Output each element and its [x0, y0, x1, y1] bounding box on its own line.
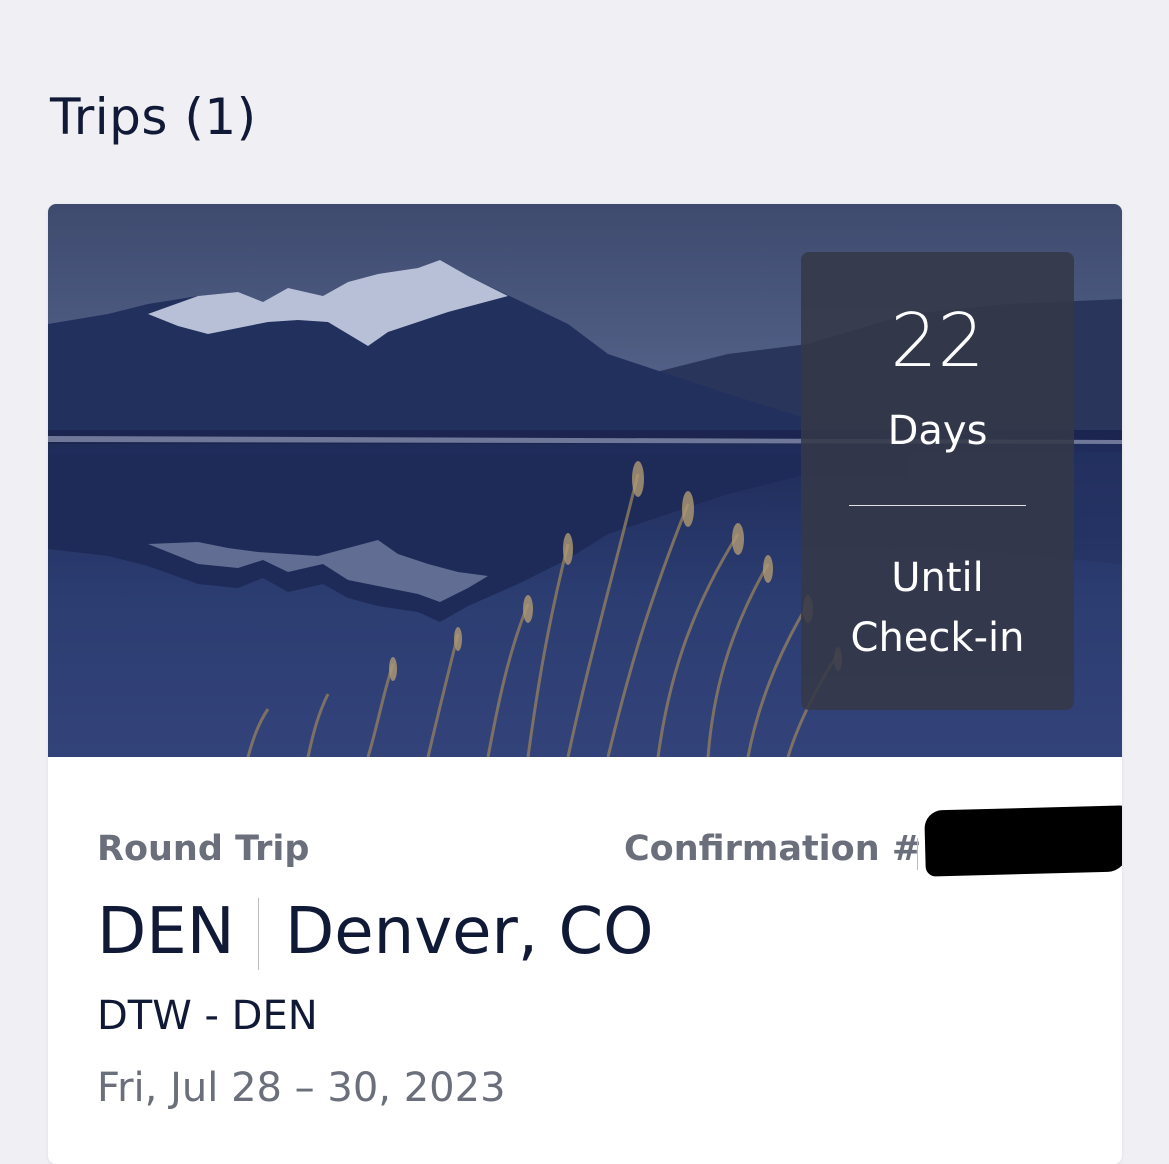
destination-airport-code: DEN — [97, 895, 235, 969]
countdown-number: 22 — [890, 298, 985, 384]
countdown-caption-line1: Until — [891, 555, 984, 601]
destination-city: Denver, CO — [285, 895, 654, 969]
page-title: Trips (1) — [50, 88, 257, 146]
countdown-caption-line2: Check-in — [850, 615, 1025, 661]
countdown-divider — [849, 505, 1026, 506]
confirmation-label: Confirmation # — [624, 829, 922, 869]
trip-card[interactable]: 22 Days Until Check-in Round Trip Confir… — [48, 204, 1122, 1164]
confirmation-divider — [917, 838, 918, 870]
trip-type-label: Round Trip — [97, 829, 310, 869]
destination-divider — [258, 898, 259, 970]
confirmation-number-redacted — [924, 805, 1122, 877]
countdown-unit: Days — [887, 408, 988, 454]
destination-hero-image: 22 Days Until Check-in — [48, 204, 1122, 757]
trip-dates: Fri, Jul 28 – 30, 2023 — [97, 1065, 506, 1111]
flight-route: DTW - DEN — [97, 993, 318, 1039]
countdown-caption: Until Check-in — [821, 548, 1054, 668]
check-in-countdown: 22 Days Until Check-in — [801, 252, 1074, 710]
